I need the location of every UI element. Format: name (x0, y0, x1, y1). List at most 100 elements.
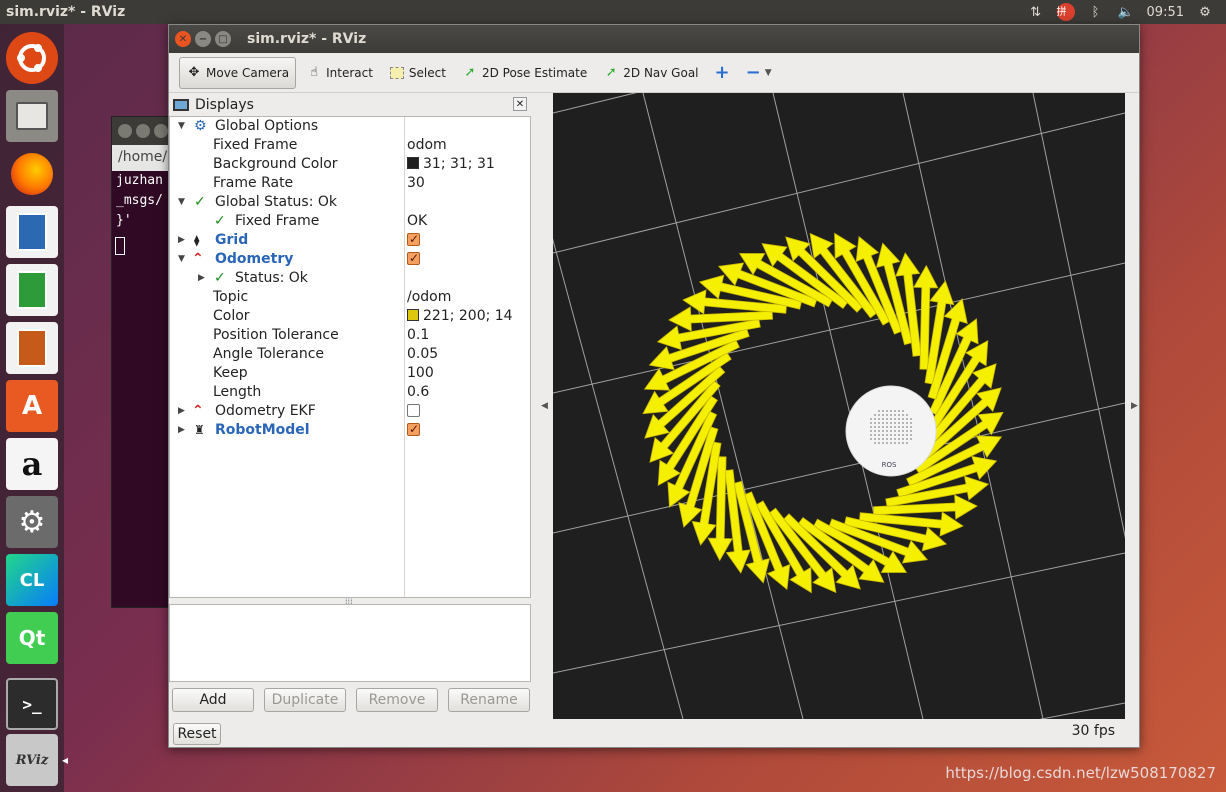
calc-icon[interactable] (6, 264, 58, 316)
tree-row-angle-tolerance[interactable]: Angle Tolerance 0.05 (170, 345, 530, 364)
rviz-titlebar[interactable]: ✕ − □ sim.rviz* - RViz (169, 25, 1139, 53)
minimize-button[interactable]: − (195, 31, 211, 47)
green-arrow-icon: ➚ (605, 65, 617, 80)
tree-row-global-status[interactable]: ▼ ✓ Global Status: Ok (170, 193, 530, 212)
check-icon: ✓ (214, 270, 226, 286)
tree-row-odometry-ekf[interactable]: ▶ ⌃ Odometry EKF (170, 402, 530, 421)
property-value[interactable]: /odom (407, 288, 451, 307)
system-settings-icon[interactable]: ⚙ (6, 496, 58, 548)
robot-sensor-dot (870, 426, 872, 428)
terminal-window[interactable]: /home/ juzhan _msgs/ }' (111, 116, 171, 608)
tree-row-status-ok[interactable]: ▶ ✓ Status: Ok (170, 269, 530, 288)
interact-tool[interactable]: ☝ Interact (300, 57, 379, 89)
terminal-titlebar[interactable] (112, 117, 170, 145)
property-value[interactable]: odom (407, 136, 447, 155)
terminal-maximize-button[interactable] (154, 124, 168, 138)
software-center-icon[interactable]: A (6, 380, 58, 432)
terminal-minimize-button[interactable] (136, 124, 150, 138)
row-label: Status: Ok (235, 270, 308, 286)
pose-estimate-tool[interactable]: ➚ 2D Pose Estimate (456, 57, 593, 89)
enable-checkbox[interactable] (407, 402, 420, 421)
3d-render-viewport[interactable]: ROS (553, 93, 1125, 719)
tree-row-fixed-frame[interactable]: Fixed Frame odom (170, 136, 530, 155)
tree-row-topic[interactable]: Topic /odom (170, 288, 530, 307)
rename-button[interactable]: Rename (448, 688, 530, 712)
volume-icon[interactable]: 🔈 (1117, 5, 1135, 20)
odometry-icon: ⌃ (192, 403, 204, 419)
tree-row-frame-rate[interactable]: Frame Rate 30 (170, 174, 530, 193)
property-value[interactable]: 0.1 (407, 326, 429, 345)
add-tool-button[interactable]: + (709, 57, 736, 89)
terminal-close-button[interactable] (118, 124, 132, 138)
checkbox-checked[interactable] (407, 230, 420, 249)
property-value[interactable]: 31; 31; 31 (407, 155, 495, 174)
terminal-icon[interactable]: >_ (6, 678, 58, 730)
checkbox-checked[interactable] (407, 420, 420, 439)
property-value[interactable]: 0.05 (407, 345, 438, 364)
impress-icon[interactable] (6, 322, 58, 374)
clock[interactable]: 09:51 (1147, 5, 1184, 20)
tree-row-robot-model[interactable]: ▶ ♜ RobotModel (170, 420, 530, 440)
qt-creator-icon[interactable]: Qt (6, 612, 58, 664)
property-value[interactable]: 30 (407, 174, 425, 193)
robot-sensor-dot (878, 414, 880, 416)
nav-goal-tool[interactable]: ➚ 2D Nav Goal (597, 57, 704, 89)
reset-button[interactable]: Reset (173, 723, 221, 745)
collapse-right-arrow-icon[interactable]: ▶ (1131, 401, 1138, 411)
checkbox-unchecked[interactable] (407, 404, 420, 417)
tree-row-fixed-frame-status[interactable]: ✓ Fixed Frame OK (170, 212, 530, 231)
tree-row-background-color[interactable]: Background Color 31; 31; 31 (170, 155, 530, 174)
expand-arrow-icon[interactable]: ▼ (178, 250, 185, 269)
tree-row-grid[interactable]: ▶ ⧫ Grid (170, 230, 530, 250)
duplicate-button[interactable]: Duplicate (264, 688, 346, 712)
expand-arrow-icon[interactable]: ▶ (178, 421, 185, 440)
remove-tool-button[interactable]: − ▼ (740, 57, 778, 89)
expand-arrow-icon[interactable]: ▶ (178, 402, 185, 421)
clion-icon[interactable]: CL (6, 554, 58, 606)
bluetooth-icon[interactable]: ᛒ (1087, 5, 1105, 20)
firefox-icon[interactable] (6, 148, 58, 200)
files-icon[interactable] (6, 90, 58, 142)
ubuntu-dash-icon[interactable] (6, 32, 58, 84)
tree-row-position-tolerance[interactable]: Position Tolerance 0.1 (170, 326, 530, 345)
launcher: A a ⚙ CL Qt >_ RViz (0, 24, 68, 792)
tree-row-global-options[interactable]: ▼ ⚙ Global Options (170, 117, 530, 136)
robot-sensor-dot (910, 430, 912, 432)
move-camera-tool[interactable]: ✥ Move Camera (179, 56, 297, 89)
input-method-icon[interactable]: 拼 (1056, 3, 1075, 21)
scene-canvas[interactable]: ROS (553, 93, 1125, 719)
enable-checkbox[interactable] (407, 230, 420, 250)
enable-checkbox[interactable] (407, 420, 420, 440)
robot-sensor-dot (886, 434, 888, 436)
property-value[interactable]: 221; 200; 14 (407, 307, 513, 326)
displays-tree[interactable]: ▼ ⚙ Global Options Fixed Frame odom Back… (169, 116, 531, 598)
remove-button[interactable]: Remove (356, 688, 438, 712)
robot-sensor-dot (878, 422, 880, 424)
expand-arrow-icon[interactable]: ▶ (178, 231, 185, 250)
expand-arrow-icon[interactable]: ▶ (198, 269, 205, 288)
robot-sensor-dot (874, 438, 876, 440)
writer-icon[interactable] (6, 206, 58, 258)
checkbox-checked[interactable] (407, 249, 420, 268)
property-value[interactable]: 100 (407, 364, 434, 383)
property-value[interactable]: 0.6 (407, 383, 429, 402)
amazon-icon[interactable]: a (6, 438, 58, 490)
robot-sensor-dot (886, 430, 888, 432)
tree-row-length[interactable]: Length 0.6 (170, 383, 530, 402)
maximize-button[interactable]: □ (215, 31, 231, 47)
expand-arrow-icon[interactable]: ▼ (178, 117, 185, 136)
add-button[interactable]: Add (172, 688, 254, 712)
rviz-icon[interactable]: RViz (6, 734, 68, 786)
network-icon[interactable]: ⇅ (1027, 5, 1045, 20)
collapse-left-arrow-icon[interactable]: ◀ (541, 401, 548, 411)
tree-row-keep[interactable]: Keep 100 (170, 364, 530, 383)
robot-sensor-dot (894, 422, 896, 424)
tree-row-color[interactable]: Color 221; 200; 14 (170, 307, 530, 326)
select-tool[interactable]: Select (383, 57, 452, 89)
expand-arrow-icon[interactable]: ▼ (178, 193, 185, 212)
power-icon[interactable]: ⚙ (1196, 5, 1214, 20)
close-icon[interactable]: ✕ (513, 97, 527, 111)
close-button[interactable]: ✕ (175, 31, 191, 47)
tree-row-odometry[interactable]: ▼ ⌃ Odometry (170, 249, 530, 269)
enable-checkbox[interactable] (407, 249, 420, 269)
